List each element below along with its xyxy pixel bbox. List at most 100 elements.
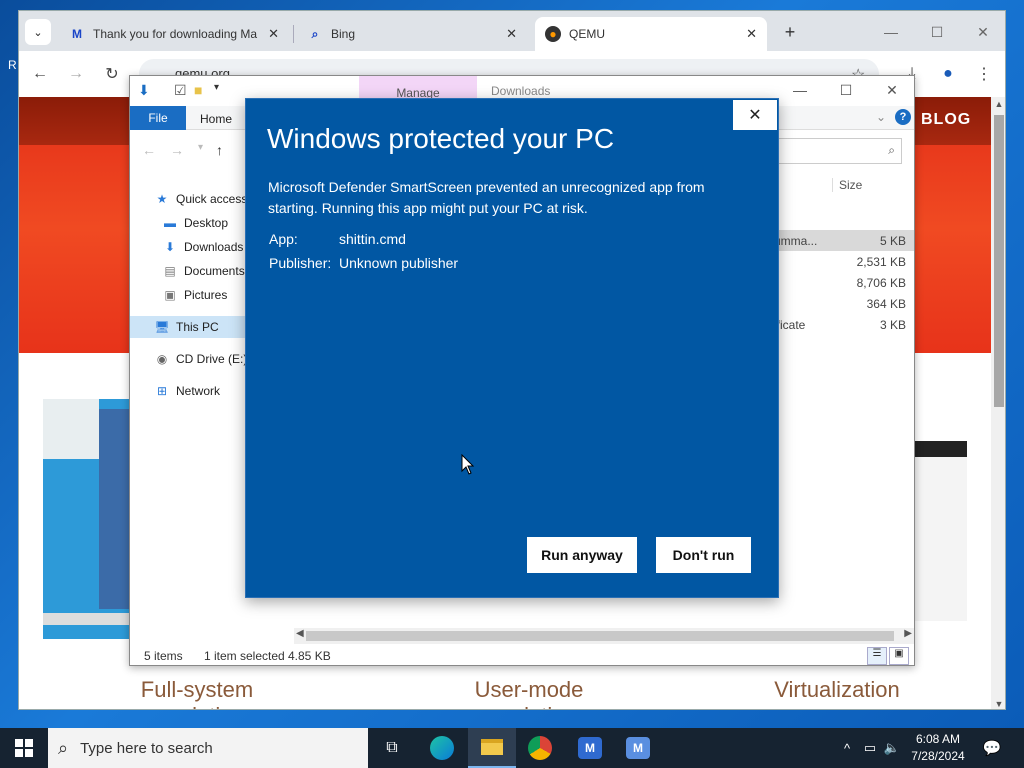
scrollbar-thumb[interactable] (994, 115, 1004, 407)
nav-label: Documents (184, 264, 245, 278)
column-headers: Size (770, 176, 910, 200)
scrollbar-thumb[interactable] (306, 631, 894, 641)
file-tab[interactable]: File (130, 106, 186, 130)
malwarebytes-installer-icon[interactable]: M (614, 728, 662, 768)
star-icon: ★ (156, 192, 168, 206)
scroll-up-arrow-icon[interactable]: ▲ (991, 99, 1005, 109)
edge-icon[interactable] (418, 728, 466, 768)
back-button[interactable]: ← (27, 61, 53, 87)
navigation-pane: ★ Quick access ▬ Desktop ⬇ Downloads ▤ D… (130, 184, 257, 624)
network-status-icon[interactable]: ▭ (860, 728, 880, 768)
nav-this-pc[interactable]: 🖥 This PC (130, 316, 250, 338)
nav-downloads[interactable]: ⬇ Downloads (162, 236, 243, 258)
start-button[interactable] (0, 728, 48, 768)
file-size: 8,706 KB (856, 275, 906, 290)
file-explorer-icon[interactable] (468, 728, 516, 768)
close-window-button[interactable]: ✕ (872, 82, 912, 99)
table-row[interactable]: 8,706 KB (770, 272, 914, 293)
close-icon[interactable]: ✕ (732, 99, 778, 131)
column-size[interactable]: Size (832, 178, 862, 192)
tab-malwarebytes[interactable]: M Thank you for downloading Ma ✕ (59, 17, 289, 51)
close-icon[interactable]: ✕ (506, 26, 517, 42)
nav-documents[interactable]: ▤ Documents (162, 260, 245, 282)
show-hidden-icons-chevron-icon[interactable]: ^ (838, 728, 856, 768)
close-icon[interactable]: ✕ (268, 26, 279, 42)
tab-search-dropdown[interactable]: ⌄ (25, 19, 51, 45)
nav-label: Desktop (184, 216, 229, 230)
run-anyway-button[interactable]: Run anyway (527, 537, 637, 573)
dialog-message: Microsoft Defender SmartScreen prevented… (268, 179, 705, 216)
forward-button[interactable]: → (63, 61, 89, 87)
download-arrow-icon[interactable]: ⬇ (138, 82, 150, 99)
feature-user-mode[interactable]: User-mode emulation (429, 677, 629, 709)
page-scrollbar[interactable]: ▲ ▼ (991, 97, 1005, 709)
desktop-folder-icon: ▬ (164, 216, 176, 230)
quick-access-dropdown-icon[interactable]: ▾ (214, 82, 219, 93)
screenshot-thumbnail (915, 441, 967, 621)
windows-logo-icon (15, 739, 33, 757)
close-window-button[interactable]: ✕ (963, 19, 1003, 45)
profile-avatar-icon[interactable]: ● (935, 61, 961, 87)
search-icon: ⌕ (58, 737, 69, 758)
publisher-label: Publisher: (269, 255, 332, 271)
tab-strip: ⌄ M Thank you for downloading Ma ✕ ⌕ Bin… (19, 11, 1005, 51)
tab-qemu[interactable]: ● QEMU ✕ (535, 17, 767, 51)
minimize-button[interactable]: — (871, 19, 911, 45)
nav-quick-access[interactable]: ★ Quick access (154, 188, 248, 210)
nav-pictures[interactable]: ▣ Pictures (162, 284, 227, 306)
nav-cd-drive[interactable]: ◉ CD Drive (E:) v (154, 348, 257, 370)
volume-muted-icon[interactable]: 🔈 (882, 728, 902, 768)
help-icon[interactable]: ? (895, 109, 911, 125)
file-size: 3 KB (879, 317, 906, 332)
maximize-button[interactable]: ☐ (917, 19, 957, 45)
details-view-icon[interactable]: ☰ (867, 647, 887, 665)
scroll-left-arrow-icon[interactable]: ◀ (296, 628, 304, 639)
forward-button[interactable]: → (170, 142, 184, 158)
new-tab-button[interactable]: + (777, 19, 803, 45)
nav-label: Network (176, 384, 221, 398)
close-icon[interactable]: ✕ (746, 26, 757, 42)
table-row[interactable]: 364 KB (770, 293, 914, 314)
minimize-button[interactable]: — (780, 82, 820, 98)
taskbar-search-box[interactable]: ⌕ Type here to search (48, 728, 368, 768)
feature-virtualization[interactable]: Virtualization (737, 677, 937, 703)
nav-network[interactable]: ⊞ Network (154, 380, 220, 402)
chrome-icon[interactable] (516, 728, 564, 768)
recent-locations-icon[interactable]: ▾ (198, 142, 203, 153)
notification-icon[interactable]: 💬 (980, 728, 1004, 768)
menu-icon[interactable]: ⋮ (971, 61, 997, 87)
malwarebytes-icon[interactable]: M (566, 728, 614, 768)
properties-icon[interactable]: ☑ (174, 82, 187, 99)
folder-icon[interactable]: ■ (194, 82, 202, 98)
taskbar: ⌕ Type here to search ⧉ M M ^ ▭ 🔈 6:08 A… (0, 728, 1024, 768)
date: 7/28/2024 (911, 749, 965, 763)
back-button[interactable]: ← (142, 142, 156, 158)
chevron-down-icon[interactable]: ⌄ (876, 110, 886, 124)
status-bar: 5 items 1 item selected 4.85 KB ☰ ▣ (130, 646, 914, 665)
feature-full-system[interactable]: Full-system emulation (97, 677, 297, 709)
large-icons-view-icon[interactable]: ▣ (889, 647, 909, 665)
scroll-down-arrow-icon[interactable]: ▼ (991, 699, 1005, 709)
reload-button[interactable]: ↻ (99, 61, 125, 87)
scroll-right-arrow-icon[interactable]: ▶ (904, 628, 912, 639)
desktop-icon-label-fragment: R (8, 58, 17, 72)
app-value: shittin.cmd (339, 231, 406, 247)
tab-bing[interactable]: ⌕ Bing ✕ (297, 17, 527, 51)
table-row[interactable]: 2,531 KB (770, 251, 914, 272)
clock[interactable]: 6:08 AM 7/28/2024 (906, 731, 970, 765)
downloads-folder-icon: ⬇ (164, 240, 176, 254)
horizontal-scrollbar[interactable]: ◀ ▶ (294, 628, 914, 644)
nav-desktop[interactable]: ▬ Desktop (162, 212, 228, 234)
dont-run-button[interactable]: Don't run (656, 537, 751, 573)
task-view-icon[interactable]: ⧉ (368, 728, 416, 768)
home-tab[interactable]: Home (200, 112, 232, 126)
table-row[interactable]: umma... 5 KB (770, 230, 914, 251)
screenshot-thumbnail (43, 399, 131, 639)
up-button[interactable]: ↑ (216, 142, 223, 158)
maximize-button[interactable]: ☐ (826, 82, 866, 99)
blog-link[interactable]: BLOG (921, 111, 971, 129)
explorer-search-box[interactable]: ⌕ (778, 138, 902, 164)
network-icon: ⊞ (156, 384, 168, 398)
table-row[interactable]: ificate 3 KB (770, 314, 914, 335)
publisher-value: Unknown publisher (339, 255, 459, 271)
